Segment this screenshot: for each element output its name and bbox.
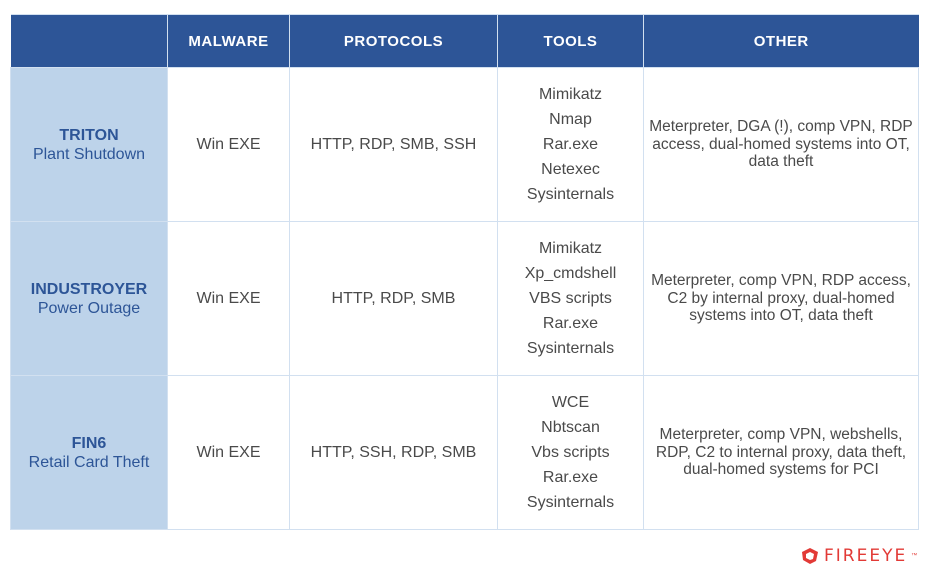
tool-item: Rar.exe [542, 469, 599, 486]
malware-cell: Win EXE [167, 221, 290, 376]
threat-name: INDUSTROYER [30, 280, 148, 298]
threat-name-cell: INDUSTROYER Power Outage [10, 221, 168, 376]
threat-impact: Retail Card Theft [28, 453, 150, 471]
tools-cell: WCE Nbtscan Vbs scripts Rar.exe Sysinter… [497, 375, 644, 530]
table-row-fin6: FIN6 Retail Card Theft Win EXE HTTP, SSH… [10, 375, 919, 530]
tool-item: Vbs scripts [531, 444, 610, 461]
tool-item: Mimikatz [538, 240, 603, 257]
tool-item: Xp_cmdshell [524, 265, 617, 282]
tool-item: WCE [551, 394, 590, 411]
header-other: OTHER [643, 14, 919, 68]
tool-item: Mimikatz [538, 86, 603, 103]
header-protocols: PROTOCOLS [289, 14, 498, 68]
other-cell: Meterpreter, DGA (!), comp VPN, RDP acce… [643, 67, 919, 222]
threat-name-cell: FIN6 Retail Card Theft [10, 375, 168, 530]
logo-wordmark: FIREEYE [824, 546, 908, 566]
header-row: MALWARE PROTOCOLS TOOLS OTHER [10, 14, 919, 68]
threat-name: FIN6 [71, 434, 107, 452]
protocols-cell: HTTP, SSH, RDP, SMB [289, 375, 498, 530]
threat-impact: Power Outage [37, 299, 141, 317]
tool-item: Netexec [541, 161, 600, 178]
table-row-industroyer: INDUSTROYER Power Outage Win EXE HTTP, R… [10, 221, 919, 376]
fireeye-logo-icon [802, 548, 818, 564]
other-cell: Meterpreter, comp VPN, RDP access, C2 by… [643, 221, 919, 376]
tool-item: Rar.exe [542, 315, 599, 332]
tool-item: Sysinternals [526, 186, 615, 203]
tool-item: Sysinternals [526, 340, 615, 357]
table-row-triton: TRITON Plant Shutdown Win EXE HTTP, RDP,… [10, 67, 919, 222]
protocols-cell: HTTP, RDP, SMB, SSH [289, 67, 498, 222]
threat-impact: Plant Shutdown [32, 145, 146, 163]
fireeye-logo: FIREEYE ™ [800, 546, 917, 566]
tool-item: Nmap [549, 111, 592, 128]
threat-name-cell: TRITON Plant Shutdown [10, 67, 168, 222]
tools-cell: Mimikatz Nmap Rar.exe Netexec Sysinterna… [497, 67, 644, 222]
threat-name: TRITON [59, 126, 119, 144]
header-malware: MALWARE [167, 14, 290, 68]
header-tools: TOOLS [497, 14, 644, 68]
tool-item: Nbtscan [541, 419, 600, 436]
tool-item: VBS scripts [529, 290, 612, 307]
header-blank [10, 14, 168, 68]
malware-cell: Win EXE [167, 67, 290, 222]
logo-trademark: ™ [911, 553, 918, 559]
threat-comparison-table: MALWARE PROTOCOLS TOOLS OTHER TRITON Pla… [10, 14, 919, 530]
malware-cell: Win EXE [167, 375, 290, 530]
tool-item: Rar.exe [542, 136, 599, 153]
protocols-cell: HTTP, RDP, SMB [289, 221, 498, 376]
tool-item: Sysinternals [526, 494, 615, 511]
other-cell: Meterpreter, comp VPN, webshells, RDP, C… [643, 375, 919, 530]
tools-cell: Mimikatz Xp_cmdshell VBS scripts Rar.exe… [497, 221, 644, 376]
